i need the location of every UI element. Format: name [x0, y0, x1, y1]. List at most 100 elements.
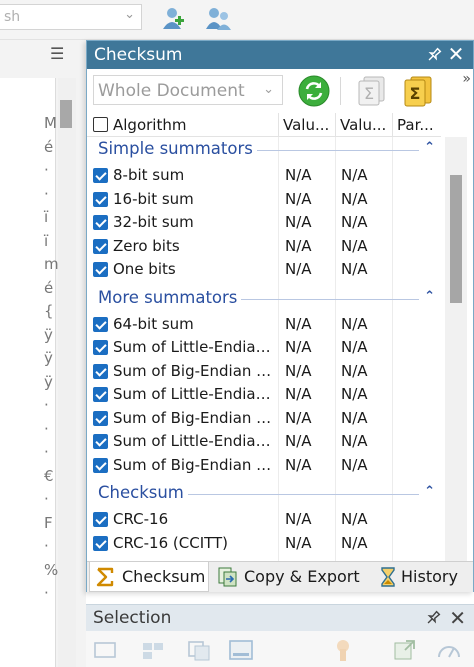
table-row[interactable]: One bits N/A N/A — [87, 258, 441, 282]
sum-selection-icon[interactable]: Σ — [355, 74, 389, 108]
calculate-icon[interactable] — [297, 74, 331, 108]
algorithm-name: 16-bit sum — [113, 189, 194, 208]
algorithm-name: 8-bit sum — [113, 166, 185, 184]
background-scrollbar-thumb[interactable] — [60, 100, 72, 128]
algorithm-checkbox[interactable] — [93, 363, 108, 379]
algorithm-value2: N/A — [341, 166, 368, 184]
column-header-algorithm[interactable]: Algorithm — [113, 113, 273, 137]
table-row[interactable]: Sum of Little-Endian... N/A N/A — [87, 336, 441, 360]
column-separator[interactable] — [335, 113, 336, 137]
background-glyph: ï — [44, 208, 49, 226]
background-glyph: ÿ — [44, 349, 53, 367]
table-row[interactable]: Sum of Little-Endian... N/A N/A — [87, 430, 441, 454]
collapse-chevron-icon[interactable]: ⌃ — [424, 289, 435, 304]
background-glyph: · — [44, 161, 49, 179]
background-glyph: · — [44, 396, 49, 414]
algorithm-value1: N/A — [285, 361, 312, 380]
table-row[interactable]: 64-bit sum N/A N/A — [87, 313, 441, 337]
chevron-down-icon: ⌄ — [124, 7, 135, 22]
users-icon[interactable] — [204, 5, 232, 31]
algorithm-value2: N/A — [341, 314, 368, 333]
tab-history[interactable]: History — [373, 562, 471, 592]
checksum-toolbar: Whole Document ⌄ Σ Σ » — [87, 69, 473, 113]
selection-copy-icon[interactable] — [186, 637, 212, 663]
selection-title-bar[interactable]: Selection ✕ — [86, 605, 474, 631]
add-user-icon[interactable] — [158, 5, 186, 31]
background-glyph: · — [44, 537, 49, 555]
algorithm-checkbox[interactable] — [93, 410, 108, 426]
algorithm-value1: N/A — [285, 408, 312, 427]
algorithm-checkbox[interactable] — [93, 238, 108, 254]
algorithm-checkbox[interactable] — [93, 434, 108, 449]
checksum-panel-title: Checksum — [94, 45, 183, 65]
group-header[interactable]: More summators ⌃ — [87, 286, 441, 312]
algorithm-checkbox[interactable] — [93, 316, 108, 332]
table-row[interactable]: 8-bit sum N/A N/A — [87, 164, 441, 188]
selection-panel-title: Selection — [93, 608, 172, 628]
selection-block-icon[interactable] — [140, 637, 166, 663]
table-row[interactable]: Sum of Little-Endian... N/A N/A — [87, 383, 441, 407]
algorithm-checkbox[interactable] — [93, 262, 108, 277]
group-header[interactable]: Simple summators ⌃ — [87, 137, 441, 163]
selection-pointer-icon[interactable] — [330, 637, 356, 663]
list-scrollbar-thumb[interactable] — [450, 175, 462, 303]
algorithm-checkbox[interactable] — [93, 215, 108, 230]
column-separator[interactable] — [278, 113, 279, 137]
algorithm-value1: N/A — [285, 432, 312, 450]
select-all-checkbox[interactable] — [93, 117, 108, 132]
background-glyph: · — [44, 584, 49, 602]
sum-document-icon[interactable]: Σ — [401, 74, 435, 108]
background-glyph: ÿ — [44, 325, 53, 344]
algorithm-value2: N/A — [341, 455, 368, 474]
algorithm-checkbox[interactable] — [93, 457, 108, 473]
selection-range-icon[interactable] — [228, 637, 254, 663]
column-header-params[interactable]: Par... — [397, 113, 439, 137]
table-row[interactable]: CRC-16 N/A N/A — [87, 508, 441, 532]
table-row[interactable]: Sum of Big-Endian 6... N/A N/A — [87, 454, 441, 478]
table-row[interactable]: Sum of Big-Endian 3... N/A N/A — [87, 407, 441, 431]
algorithm-checkbox[interactable] — [93, 168, 108, 183]
table-row[interactable]: CRC-16 (CCITT) N/A N/A — [87, 532, 441, 556]
algorithm-checkbox[interactable] — [93, 512, 108, 527]
algorithm-value1: N/A — [285, 533, 312, 552]
background-glyph: { — [44, 302, 54, 320]
algorithm-checkbox[interactable] — [93, 191, 108, 207]
scope-select[interactable]: Whole Document ⌄ — [93, 75, 283, 105]
algorithm-value2: N/A — [341, 338, 368, 356]
tab-checksum[interactable]: Checksum — [89, 562, 209, 592]
close-icon[interactable]: ✕ — [449, 606, 466, 630]
column-header-value1[interactable]: Valu... — [283, 113, 333, 137]
algorithm-checkbox[interactable] — [93, 387, 108, 402]
background-combo[interactable]: sh ⌄ — [0, 4, 142, 30]
table-row[interactable]: Zero bits N/A N/A — [87, 235, 441, 259]
menu-icon[interactable]: ☰ — [50, 44, 68, 63]
background-glyph: € — [44, 466, 54, 485]
list-scrollbar[interactable] — [445, 137, 467, 561]
group-title: More summators — [98, 287, 242, 307]
svg-text:Σ: Σ — [410, 84, 421, 103]
pin-icon[interactable] — [425, 46, 443, 64]
algorithm-name: Sum of Big-Endian 3... — [113, 408, 279, 427]
checksum-title-bar[interactable]: Checksum ✕ — [87, 41, 473, 69]
algorithm-checkbox[interactable] — [93, 535, 108, 551]
algorithm-name: CRC-16 (CCITT) — [113, 533, 229, 552]
collapse-chevron-icon[interactable]: ⌃ — [424, 140, 435, 155]
selection-gauge-icon[interactable] — [436, 637, 462, 663]
algorithm-checkbox[interactable] — [93, 340, 108, 355]
background-scrollbar[interactable] — [58, 78, 76, 667]
table-row[interactable]: Sum of Big-Endian 1... N/A N/A — [87, 360, 441, 384]
group-header[interactable]: Checksum ⌃ — [87, 481, 441, 507]
table-row[interactable]: 16-bit sum N/A N/A — [87, 188, 441, 212]
algorithm-value1: N/A — [285, 455, 312, 474]
selection-export-icon[interactable] — [392, 637, 418, 663]
close-icon[interactable]: ✕ — [445, 43, 467, 65]
tab-copy-export[interactable]: Copy & Export — [213, 562, 369, 592]
column-header-value2[interactable]: Valu... — [340, 113, 390, 137]
column-separator[interactable] — [392, 113, 393, 137]
table-row[interactable]: 32-bit sum N/A N/A — [87, 211, 441, 235]
pin-icon[interactable] — [424, 609, 442, 627]
selection-start-icon[interactable] — [92, 637, 118, 663]
background-glyph: ï — [44, 231, 49, 250]
collapse-chevron-icon[interactable]: ⌃ — [424, 484, 435, 499]
overflow-icon[interactable]: » — [462, 71, 470, 87]
